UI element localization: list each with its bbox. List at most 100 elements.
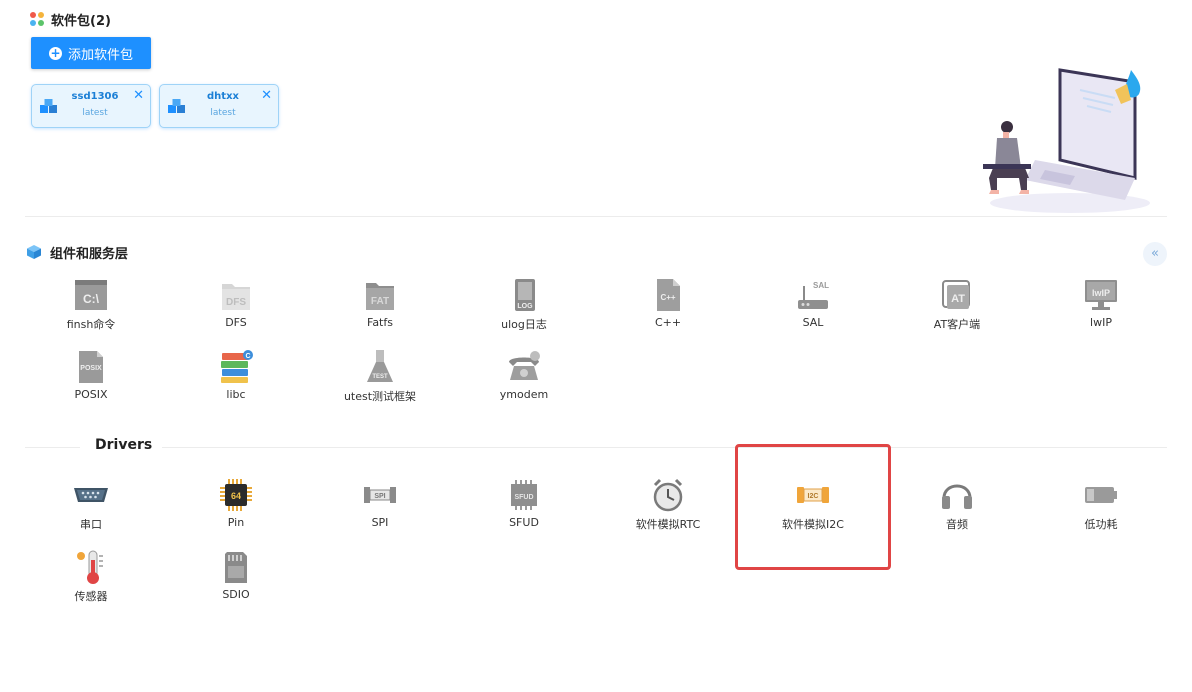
drivers-divider-left xyxy=(25,447,80,448)
spi-icon-text: SPI xyxy=(374,493,385,500)
component-label: utest测试框架 xyxy=(343,390,417,403)
driver-soft-rtc[interactable]: 软件模拟RTC xyxy=(598,476,738,536)
cmd-icon-text: C:\ xyxy=(83,292,100,306)
headphones-icon xyxy=(942,484,972,509)
packages-title: 软件包(2) xyxy=(51,13,111,29)
component-lwip[interactable]: lwIP lwIP xyxy=(1031,276,1171,336)
sd-card-icon xyxy=(225,552,247,583)
driver-soft-i2c[interactable]: I2C 软件模拟I2C xyxy=(743,476,883,536)
cpp-icon-text: C++ xyxy=(660,293,675,302)
serial-port-icon xyxy=(74,488,108,502)
component-finsh[interactable]: C:\ finsh命令 xyxy=(21,276,161,336)
add-package-label: 添加软件包 xyxy=(67,47,133,63)
i2c-icon-text: I2C xyxy=(808,493,819,500)
package-version: latest xyxy=(82,108,108,118)
component-label: POSIX xyxy=(74,388,108,401)
chip-icon: 64 xyxy=(220,479,252,511)
driver-audio[interactable]: 音频 xyxy=(887,476,1027,536)
thermometer-icon xyxy=(77,550,103,584)
fat-folder-icon: FAT xyxy=(366,283,394,310)
sfud-icon-text: SFUD xyxy=(514,494,533,501)
driver-label: 传感器 xyxy=(74,590,108,603)
battery-icon xyxy=(1085,487,1117,503)
chip-icon-text: 64 xyxy=(231,491,241,501)
driver-low-power[interactable]: 低功耗 xyxy=(1031,476,1171,536)
component-label: SAL xyxy=(802,316,824,329)
test-flask-icon: TEST xyxy=(367,350,393,382)
section-divider xyxy=(25,216,1167,217)
books-icon: C xyxy=(221,350,253,383)
component-ulog[interactable]: LOG ulog日志 xyxy=(454,276,594,336)
spi-bus-icon: SPI xyxy=(364,487,396,503)
driver-label: Pin xyxy=(227,516,245,529)
driver-sensor[interactable]: 传感器 xyxy=(21,548,161,608)
driver-sdio[interactable]: SDIO xyxy=(166,548,306,608)
driver-label: 串口 xyxy=(80,518,102,531)
package-version: latest xyxy=(210,108,236,118)
component-fatfs[interactable]: FAT Fatfs xyxy=(310,276,450,336)
component-cpp[interactable]: C++ C++ xyxy=(598,276,738,336)
driver-label: 音频 xyxy=(946,518,968,531)
dfs-icon-text: DFS xyxy=(226,297,246,308)
double-chevron-left-icon[interactable]: « xyxy=(1143,242,1167,266)
package-cubes-icon xyxy=(168,99,185,113)
posix-file-icon: POSIX xyxy=(79,351,103,383)
package-cubes-icon xyxy=(40,99,57,113)
driver-label: SPI xyxy=(371,516,389,529)
component-label: DFS xyxy=(225,316,247,329)
component-label: C++ xyxy=(654,316,682,329)
log-file-icon: LOG xyxy=(515,279,535,311)
close-icon[interactable]: ✕ xyxy=(133,89,144,102)
log-icon-text: LOG xyxy=(517,303,533,310)
components-header: 组件和服务层 xyxy=(26,242,128,262)
plus-circle-icon: + xyxy=(48,45,62,60)
at-client-icon: AT xyxy=(942,280,970,309)
monitor-icon: lwIP xyxy=(1085,280,1117,310)
driver-label: 软件模拟I2C xyxy=(782,518,844,531)
driver-pin[interactable]: 64 Pin xyxy=(166,476,306,536)
package-name: ssd1306 xyxy=(71,91,119,102)
i2c-bus-icon: I2C xyxy=(797,487,829,503)
component-posix[interactable]: POSIX POSIX xyxy=(21,348,161,408)
woman-laptop-illustration xyxy=(983,68,1150,213)
driver-label: SDIO xyxy=(222,588,250,601)
alarm-clock-icon xyxy=(653,478,683,512)
dfs-folder-icon: DFS xyxy=(222,284,250,310)
driver-spi[interactable]: SPI SPI xyxy=(310,476,450,536)
driver-serial[interactable]: 串口 xyxy=(21,476,161,536)
sfud-chip-icon: SFUD xyxy=(511,480,537,510)
component-label: ymodem xyxy=(499,388,549,401)
add-package-button[interactable]: + 添加软件包 xyxy=(31,37,151,69)
at-icon-text: AT xyxy=(951,293,965,305)
fat-icon-text: FAT xyxy=(371,296,389,307)
component-sal[interactable]: SAL SAL xyxy=(743,276,883,336)
component-label: AT客户端 xyxy=(933,318,981,331)
router-icon: SAL xyxy=(798,281,829,309)
component-label: libc xyxy=(226,388,246,401)
libc-badge-text: C xyxy=(245,353,250,360)
component-ymodem[interactable]: ymodem xyxy=(454,348,594,408)
cube-icon xyxy=(27,245,41,259)
drivers-title: Drivers xyxy=(95,437,153,453)
sal-icon-text: SAL xyxy=(813,281,829,290)
driver-label: 低功耗 xyxy=(1084,518,1118,531)
driver-sfud[interactable]: SFUD SFUD xyxy=(454,476,594,536)
component-label: ulog日志 xyxy=(501,318,547,331)
package-card-dhtxx[interactable]: dhtxx latest ✕ xyxy=(159,84,279,128)
driver-label: SFUD xyxy=(509,516,539,529)
component-label: lwIP xyxy=(1090,316,1112,329)
test-icon-text: TEST xyxy=(372,374,388,380)
component-libc[interactable]: C libc xyxy=(166,348,306,408)
lwip-icon-text: lwIP xyxy=(1092,288,1110,298)
cpp-file-icon: C++ xyxy=(657,279,680,311)
package-name: dhtxx xyxy=(207,91,239,102)
telephone-icon xyxy=(509,351,540,380)
packages-icon xyxy=(30,11,45,27)
component-utest[interactable]: TEST utest测试框架 xyxy=(310,348,450,408)
close-icon[interactable]: ✕ xyxy=(261,89,272,102)
cmd-terminal-icon: C:\ xyxy=(75,280,107,310)
component-at-client[interactable]: AT AT客户端 xyxy=(887,276,1027,336)
package-card-ssd1306[interactable]: ssd1306 latest ✕ xyxy=(31,84,151,128)
component-dfs[interactable]: DFS DFS xyxy=(166,276,306,336)
driver-label: 软件模拟RTC xyxy=(635,518,701,531)
